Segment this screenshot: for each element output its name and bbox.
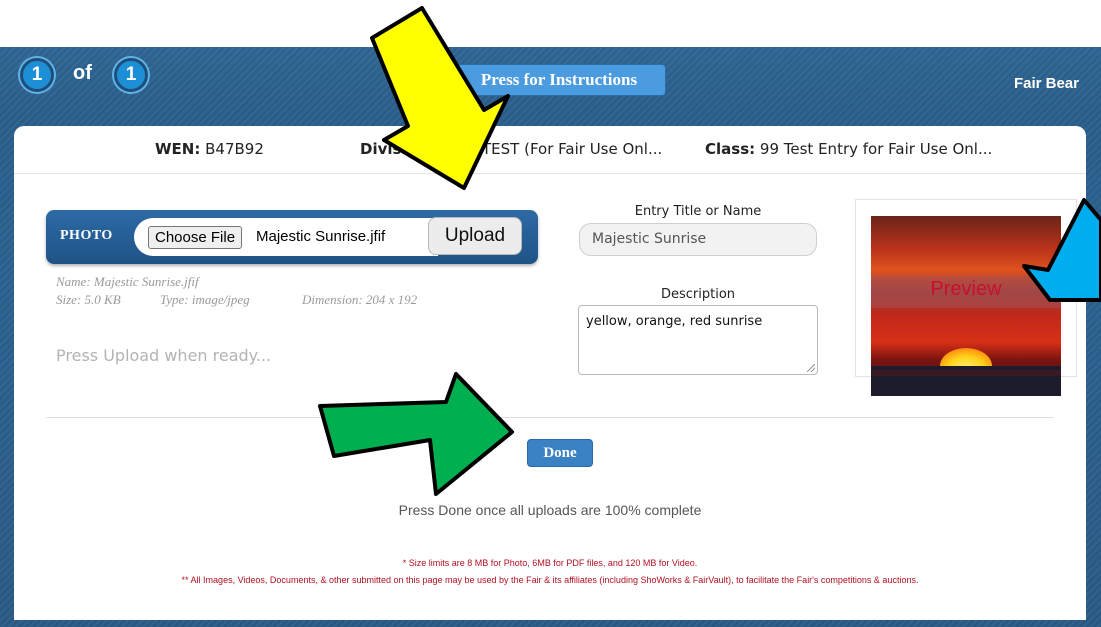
class-field: Class: 99 Test Entry for Fair Use Onl...	[705, 140, 992, 158]
entry-card: WEN: B47B92 Divisi TEST (For Fair Use On…	[14, 126, 1086, 620]
total-entries-badge: 1	[114, 58, 148, 92]
upload-ready-text: Press Upload when ready...	[56, 346, 272, 365]
division-label: Divisi	[360, 140, 407, 158]
file-meta-dimension: Dimension: 204 x 192	[302, 292, 418, 307]
description-text: yellow, orange, red sunrise	[586, 314, 763, 329]
section-divider	[46, 417, 1054, 418]
file-meta-name: Name: Majestic Sunrise.jfif	[56, 274, 199, 289]
preview-label: Preview	[930, 278, 1002, 300]
user-name: Fair Bear	[1013, 75, 1079, 92]
choose-file-button[interactable]: Choose File	[148, 226, 243, 249]
photo-label: PHOTO	[60, 228, 113, 243]
file-meta-size: Size: 5.0 KB	[56, 292, 121, 307]
wen-field: WEN: B47B92	[155, 140, 264, 158]
entry-info-bar: WEN: B47B92 Divisi TEST (For Fair Use On…	[14, 126, 1086, 174]
selected-file-name: Majestic Sunrise.jfif	[256, 228, 386, 245]
pager-of-label: of	[73, 62, 92, 84]
current-entry-badge: 1	[20, 58, 54, 92]
wen-value: B47B92	[205, 140, 264, 158]
description-textarea[interactable]: yellow, orange, red sunrise	[578, 305, 818, 375]
division-field: Divisi	[360, 140, 407, 158]
upload-button[interactable]: Upload	[428, 217, 522, 255]
file-meta-type: Type: image/jpeg	[160, 292, 250, 307]
done-button[interactable]: Done	[527, 439, 593, 467]
sunrise-image	[871, 216, 1061, 396]
class-label: Class:	[705, 140, 756, 158]
file-input[interactable]: Choose File Majestic Sunrise.jfif	[134, 218, 438, 256]
description-label: Description	[660, 287, 736, 302]
size-limits-note: * Size limits are 8 MB for Photo, 6MB fo…	[402, 558, 698, 568]
usage-notice: ** All Images, Videos, Documents, & othe…	[181, 575, 919, 585]
upload-page: 1 of 1 Press for Instructions Fair Bear …	[0, 0, 1101, 627]
division-value: TEST (For Fair Use Onl...	[482, 140, 663, 158]
preview-image: Preview	[871, 216, 1061, 396]
photo-upload-bar: PHOTO Choose File Majestic Sunrise.jfif …	[46, 210, 538, 264]
resize-grip-icon[interactable]	[807, 364, 815, 372]
instructions-button[interactable]: Press for Instructions	[452, 64, 666, 96]
class-value: 99 Test Entry for Fair Use Onl...	[759, 140, 993, 158]
entry-title-input[interactable]: Majestic Sunrise	[579, 223, 817, 256]
done-hint: Press Done once all uploads are 100% com…	[398, 502, 702, 518]
entry-title-label: Entry Title or Name	[634, 204, 762, 219]
wen-label: WEN:	[155, 140, 201, 158]
